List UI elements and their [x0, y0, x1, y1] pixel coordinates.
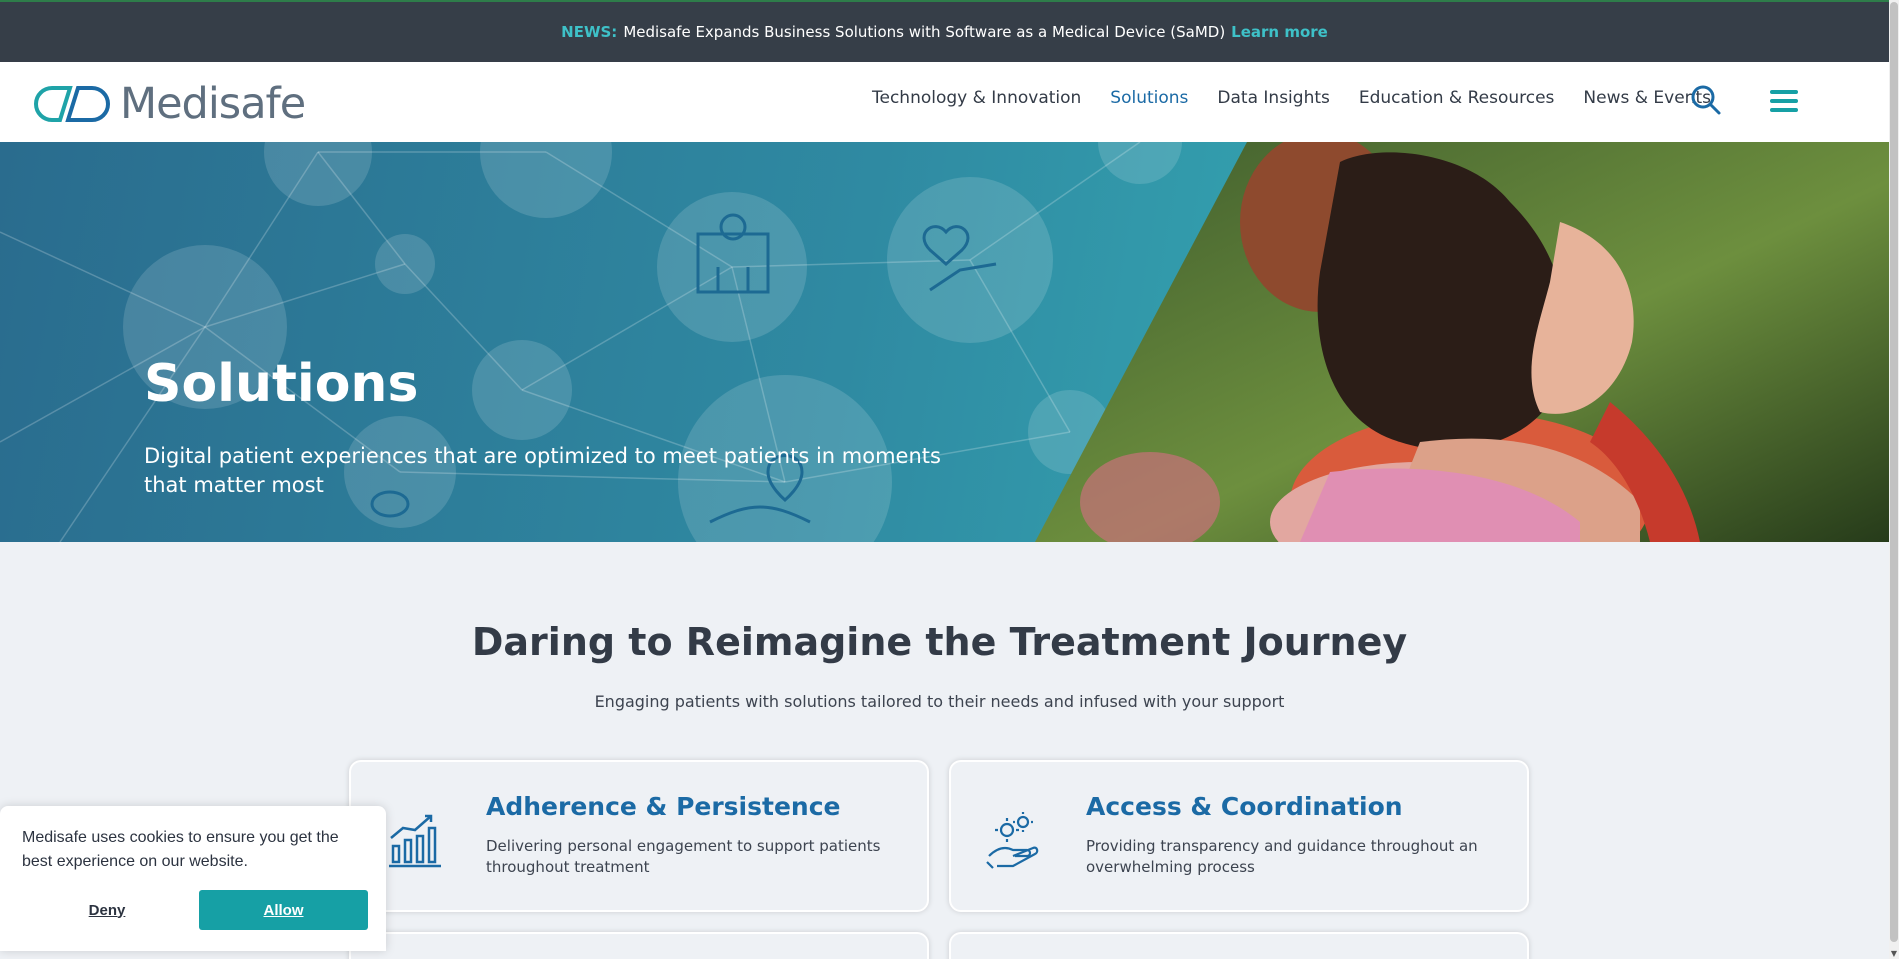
main-nav: Technology & Innovation Solutions Data I… [872, 88, 1740, 108]
nav-technology-innovation[interactable]: Technology & Innovation [872, 88, 1081, 108]
cookie-message: Medisafe uses cookies to ensure you get … [22, 829, 339, 870]
page-scrollbar[interactable]: ▼ [1889, 0, 1899, 959]
news-label: NEWS: [561, 23, 618, 41]
logo-mark-icon [34, 86, 110, 122]
hero-subtitle: Digital patient experiences that are opt… [144, 444, 941, 497]
card-adherence-persistence[interactable]: Adherence & Persistence Delivering perso… [349, 760, 929, 912]
card-description: Providing transparency and guidance thro… [1086, 837, 1478, 876]
card-title: Adherence & Persistence [486, 792, 841, 821]
deny-button[interactable]: Deny [22, 890, 192, 930]
nav-education-resources[interactable]: Education & Resources [1359, 88, 1555, 108]
search-icon[interactable] [1690, 84, 1722, 116]
scrollbar-thumb[interactable] [1890, 2, 1898, 942]
card-title: Access & Coordination [1086, 792, 1403, 821]
allow-button[interactable]: Allow [199, 890, 368, 930]
section-title: Daring to Reimagine the Treatment Journe… [471, 620, 1408, 664]
gears-hand-icon [985, 810, 1045, 874]
brand-logo[interactable]: Medisafe [32, 79, 306, 129]
growth-chart-icon [385, 810, 445, 874]
card-access-coordination[interactable]: Access & Coordination Providing transpar… [949, 760, 1529, 912]
card-description: Delivering personal engagement to suppor… [486, 837, 881, 876]
nav-solutions[interactable]: Solutions [1110, 88, 1188, 108]
hero-banner: Solutions Digital patient experiences th… [0, 142, 1889, 542]
card-partial-left[interactable] [349, 932, 929, 959]
section-subtitle: Engaging patients with solutions tailore… [594, 692, 1285, 711]
scroll-down-arrow-icon[interactable]: ▼ [1890, 949, 1898, 959]
hamburger-menu-icon[interactable] [1768, 87, 1800, 115]
cookie-banner: Medisafe uses cookies to ensure you get … [0, 806, 386, 951]
brand-name: Medisafe [120, 79, 306, 129]
learn-more-link[interactable]: Learn more [1231, 23, 1328, 41]
hero-title: Solutions [144, 354, 419, 414]
nav-data-insights[interactable]: Data Insights [1217, 88, 1329, 108]
news-headline[interactable]: Medisafe Expands Business Solutions with… [623, 23, 1225, 41]
card-partial-right[interactable] [949, 932, 1529, 959]
news-bar: NEWS: Medisafe Expands Business Solution… [0, 0, 1889, 62]
site-header: Medisafe Technology & Innovation Solutio… [0, 62, 1889, 142]
